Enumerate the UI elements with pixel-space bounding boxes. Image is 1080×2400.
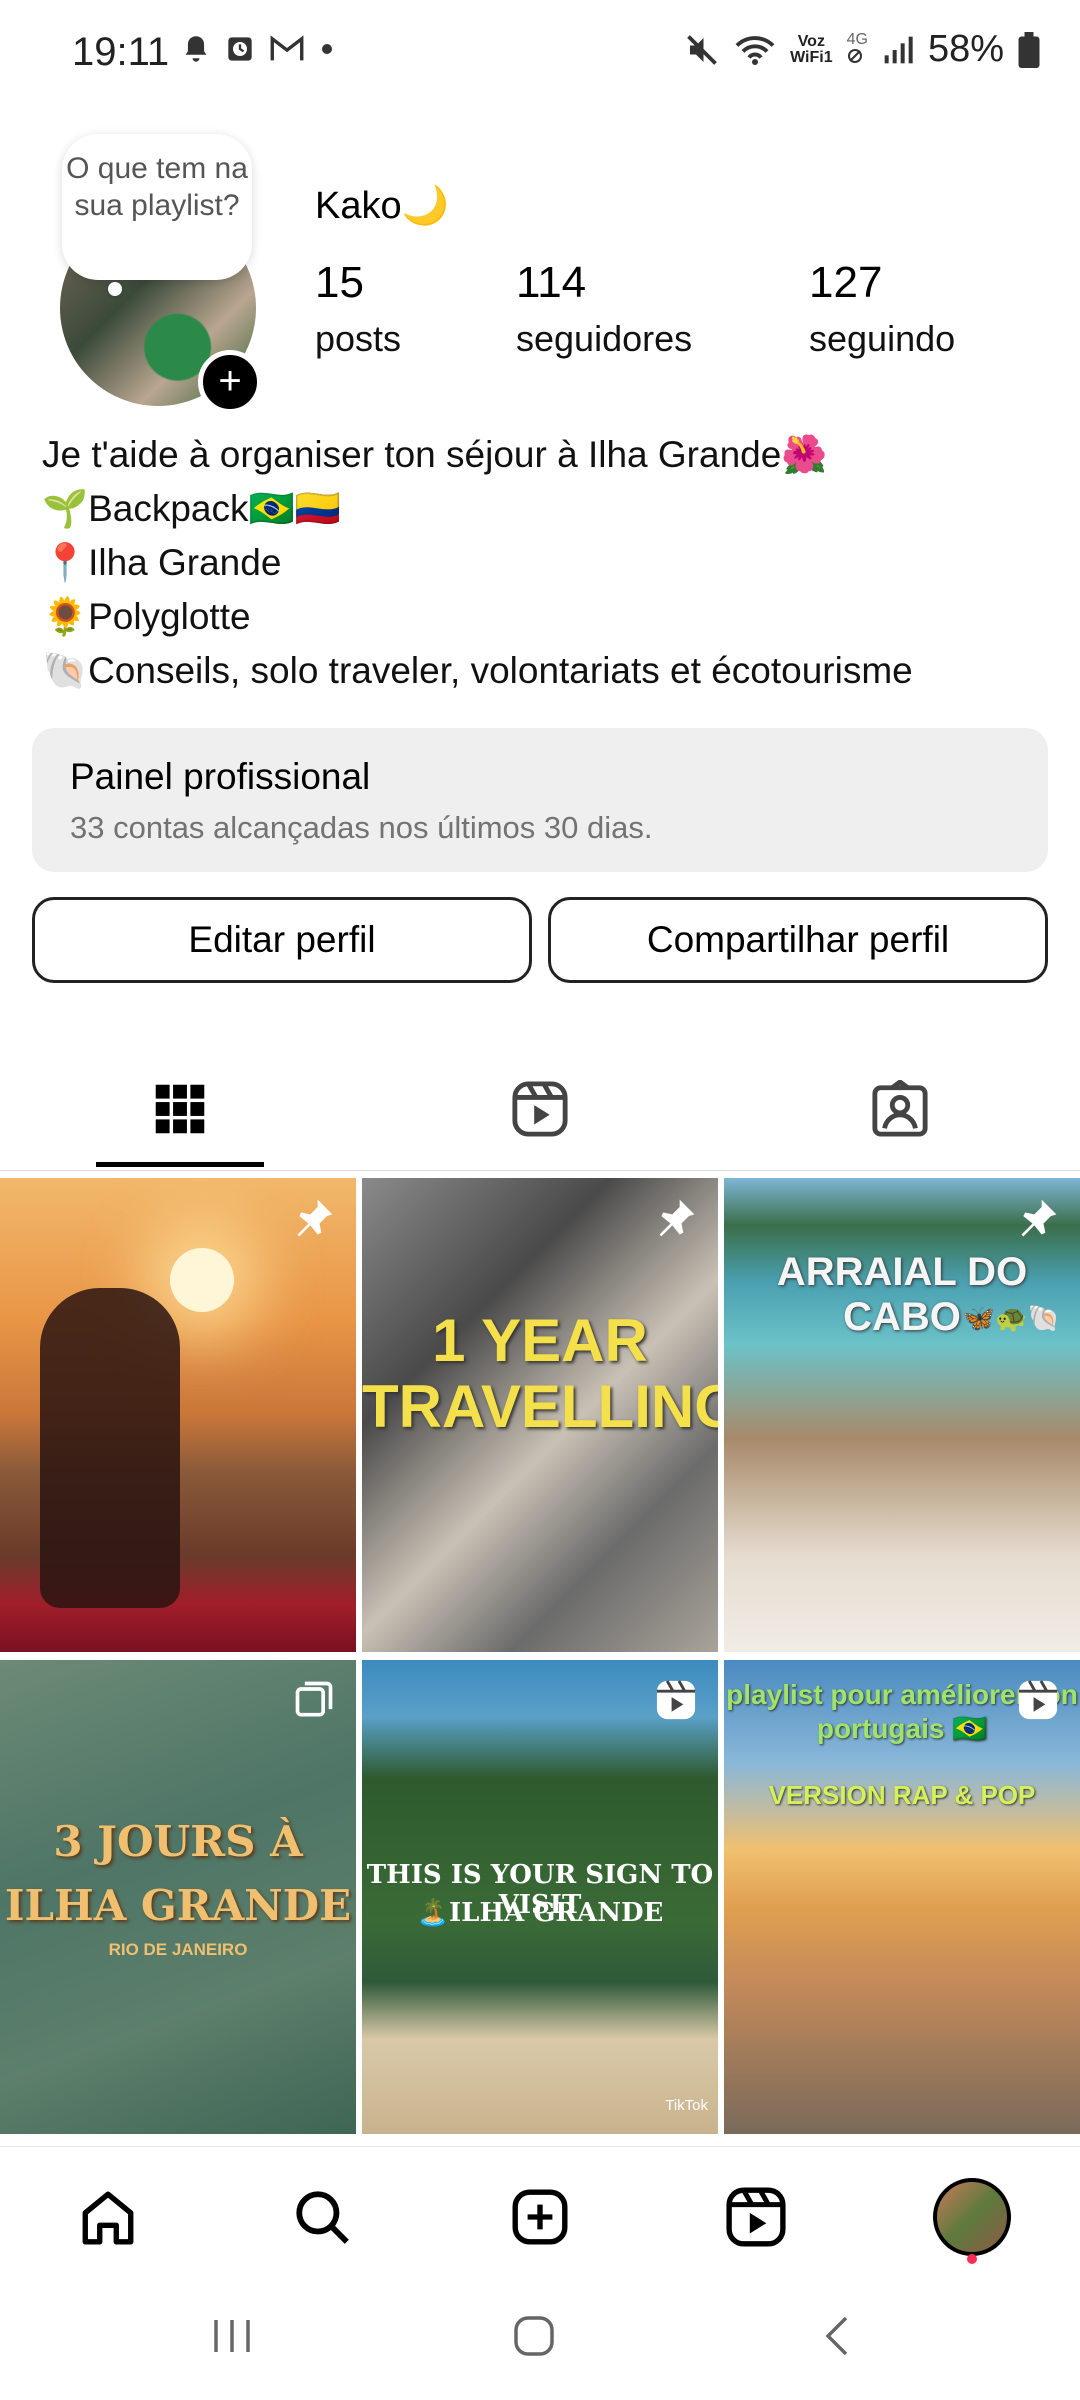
nav-profile[interactable] [932,2177,1012,2257]
signal-icon [884,36,913,63]
note-bubble[interactable]: O que tem na sua playlist? [62,134,252,280]
nav-create[interactable] [500,2177,580,2257]
post-subcaption: VERSION RAP & POP [768,1780,1036,1810]
post-tile[interactable] [0,1178,356,1652]
edit-profile-button[interactable]: Editar perfil [32,897,532,983]
profile-avatar-small [933,2178,1011,2256]
post-caption: 1 YEAR TRAVELLING [362,1307,718,1440]
nav-search[interactable] [282,2177,362,2257]
wifi-icon [735,35,775,65]
network-4g-label: 4G [847,31,868,68]
no-data-icon [847,48,862,63]
nav-home[interactable] [68,2177,148,2257]
stat-number: 127 [809,258,883,307]
dot-icon [322,44,332,54]
stat-label: posts [315,318,402,359]
post-subcaption: RIO DE JANEIRO [108,1940,248,1959]
panel-title: Painel profissional [70,756,371,797]
alarm-icon [228,37,252,61]
add-post-icon [512,2189,568,2245]
tab-tagged[interactable] [720,1050,1080,1168]
posts-grid: 1 YEAR TRAVELLING ARRAIAL DO CABO 🦋🐢🐚 3 … [0,1178,1080,2138]
moon-emoji: 🌙 [401,185,449,227]
post-subcaption: 🏝️ILHA GRANDE [416,1898,664,1928]
post-tile[interactable]: 3 JOURS À ILHA GRANDE RIO DE JANEIRO [0,1660,356,2134]
status-left-icons [182,34,334,64]
stat-following[interactable]: 127 seguindo [809,258,955,360]
reels-icon [512,1081,568,1137]
tab-grid[interactable] [0,1050,360,1168]
mute-icon [687,34,717,65]
reels-icon [1018,1680,1058,1720]
bio-line: 🐚Conseils, solo traveler, volontariats e… [42,650,913,691]
gmail-icon [270,35,304,61]
status-time: 19:11 [72,30,170,74]
post-tile[interactable]: THIS IS YOUR SIGN TO VISIT 🏝️ILHA GRANDE… [362,1660,718,2134]
reels-icon [656,1680,696,1720]
stat-label: seguindo [809,318,956,359]
notification-dot [967,2254,977,2264]
post-caption: 3 JOURS À ILHA GRANDE [4,1817,352,1930]
profile-tabs [0,1050,1080,1171]
nav-reels[interactable] [716,2177,796,2257]
battery-percent: 58% [927,28,1004,70]
tagged-user-icon [872,1080,928,1137]
active-tab-indicator [96,1162,264,1167]
pin-icon [297,1199,333,1237]
post-emoji: 🦋🐢🐚 [962,1303,1060,1333]
grid-icon [155,1084,205,1134]
sun-shape [170,1248,234,1312]
bio-line: 🌻Polyglotte [42,596,251,637]
profile-username: Kako🌙 [315,185,449,227]
search-icon [296,2191,349,2244]
stat-posts[interactable]: 15 posts [315,258,401,360]
back-icon[interactable] [820,2314,856,2358]
tab-reels[interactable] [360,1050,720,1168]
reels-icon [726,2187,786,2247]
home-icon [82,2191,134,2245]
battery-icon [1018,31,1040,68]
note-text: O que tem na sua playlist? [66,152,248,222]
professional-dashboard[interactable]: Painel profissional 33 contas alcançadas… [32,728,1048,872]
status-bar: 19:11 Voz WiFi1 4G 58% [0,0,1080,105]
home-button-icon[interactable] [512,2314,556,2358]
person-silhouette [40,1288,180,1608]
share-profile-button[interactable]: Compartilhar perfil [548,897,1048,983]
stat-number: 15 [315,258,364,307]
bio-line: Je t'aide à organiser ton séjour à Ilha … [42,434,828,475]
panel-subtitle: 33 contas alcançadas nos últimos 30 dias… [70,810,653,845]
bio-line: 📍Ilha Grande [42,542,282,583]
stat-number: 114 [516,258,587,307]
post-tile[interactable]: playlist pour améliorer ton portugais 🇧🇷… [724,1660,1080,2134]
pin-icon [1021,1199,1057,1237]
tiktok-badge: TikTok [665,2097,708,2114]
note-bubble-tail [108,282,122,296]
bell-icon [185,36,207,62]
profile-bio: Je t'aide à organiser ton séjour à Ilha … [42,428,913,698]
post-tile[interactable]: 1 YEAR TRAVELLING [362,1178,718,1652]
post-tile[interactable]: ARRAIAL DO CABO 🦋🐢🐚 [724,1178,1080,1652]
voz-wifi-label: Voz WiFi1 [790,32,833,66]
stat-followers[interactable]: 114 seguidores [516,258,692,360]
stat-label: seguidores [516,318,693,359]
system-navigation [0,2276,1080,2400]
add-story-button[interactable]: + [198,350,262,414]
pin-icon [659,1199,695,1237]
bottom-navigation [0,2146,1080,2277]
recent-apps-icon[interactable] [210,2316,254,2356]
carousel-icon [295,1681,333,1717]
bio-line: 🌱Backpack🇧🇷🇨🇴 [42,488,341,529]
